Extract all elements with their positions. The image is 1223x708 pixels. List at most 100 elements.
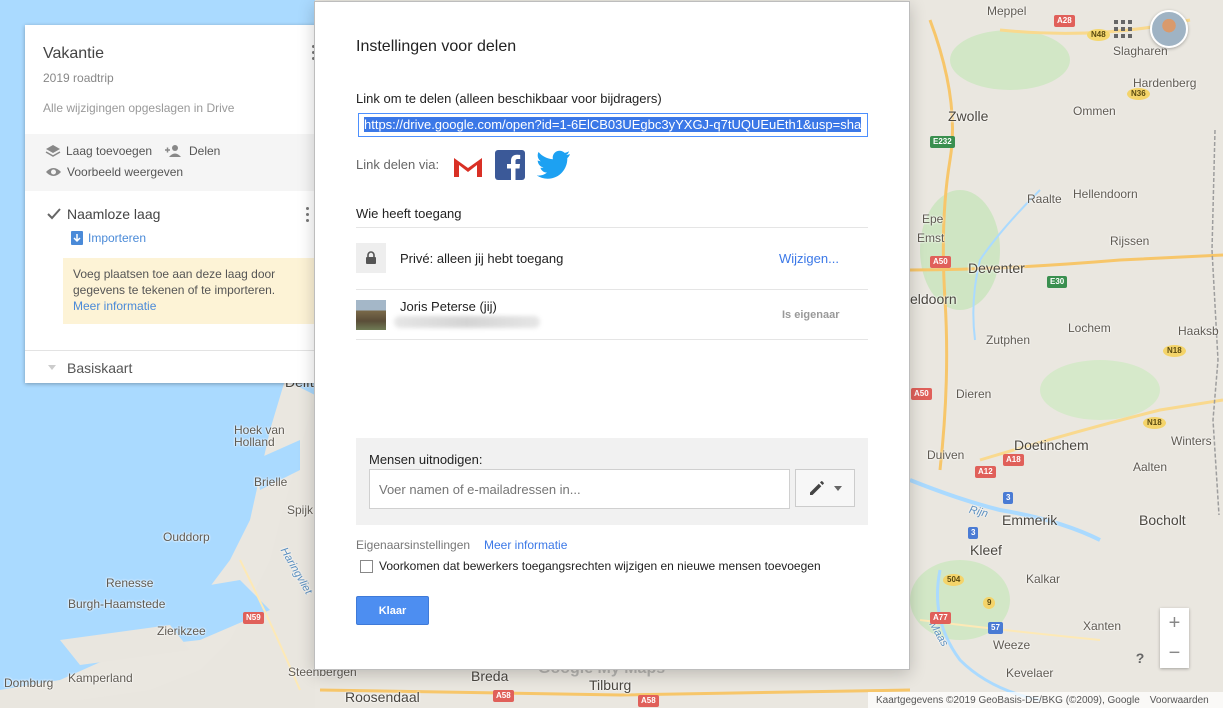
owner-avatar	[356, 300, 386, 330]
place-label: Renesse	[106, 576, 154, 590]
road-shield: A77	[930, 612, 951, 624]
facebook-icon[interactable]	[495, 150, 525, 180]
road-shield: A12	[975, 466, 996, 478]
place-label: Tilburg	[589, 677, 632, 693]
hint-more-info-link[interactable]: Meer informatie	[73, 298, 310, 314]
owner-role: Is eigenaar	[782, 309, 840, 321]
owner-name: Joris Peterse (jij)	[400, 299, 497, 314]
share-settings-dialog: Instellingen voor delen Link om te delen…	[314, 1, 910, 670]
layer-hint: Voeg plaatsen toe aan deze laag door geg…	[63, 258, 320, 324]
place-label: Brielle	[254, 475, 288, 489]
map-attribution: Kaartgegevens ©2019 GeoBasis-DE/BKG (©20…	[868, 692, 1223, 708]
place-label: Kalkar	[1026, 572, 1061, 586]
dialog-title: Instellingen voor delen	[356, 38, 517, 55]
apps-grid-icon[interactable]	[1114, 20, 1132, 38]
place-label: Bocholt	[1139, 512, 1186, 528]
share-button[interactable]: Delen	[164, 144, 220, 158]
road-shield: N48	[1087, 29, 1110, 41]
place-label: Lochem	[1068, 321, 1111, 335]
layer-item[interactable]: Naamloze laag	[47, 206, 160, 222]
share-label: Delen	[189, 144, 221, 158]
place-label: Ouddorp	[163, 530, 210, 544]
checkmark-icon[interactable]	[47, 208, 61, 220]
save-status: Alle wijzigingen opgeslagen in Drive	[43, 101, 235, 115]
road-shield: A58	[493, 690, 514, 702]
place-label: Dieren	[956, 387, 992, 401]
owner-email-redacted	[394, 316, 540, 328]
import-icon	[71, 231, 83, 245]
layer-name[interactable]: Naamloze laag	[67, 206, 160, 222]
place-label: Kamperland	[68, 671, 133, 685]
share-link-value[interactable]: https://drive.google.com/open?id=1-6ElCB…	[364, 117, 862, 132]
preview-button[interactable]: Voorbeeld weergeven	[45, 165, 183, 179]
road-shield: 3	[1003, 492, 1014, 504]
import-link[interactable]: Importeren	[71, 231, 146, 245]
place-label: Meppel	[987, 4, 1027, 18]
prevent-editors-label[interactable]: Voorkomen dat bewerkers toegangsrechten …	[379, 559, 821, 573]
share-link-field[interactable]: https://drive.google.com/open?id=1-6ElCB…	[358, 113, 868, 137]
share-link-label: Link om te delen (alleen beschikbaar voo…	[356, 91, 662, 106]
place-label: Emst	[917, 231, 945, 245]
share-via-label: Link delen via:	[356, 157, 440, 172]
lock-icon	[366, 251, 376, 264]
permission-dropdown-button[interactable]	[795, 469, 855, 507]
map-details-panel: Vakantie 2019 roadtrip Alle wijzigingen …	[25, 25, 320, 383]
base-map-item[interactable]: Basiskaart	[47, 360, 132, 376]
privacy-icon-box	[356, 243, 386, 273]
add-person-icon	[165, 145, 181, 157]
zoom-in-button[interactable]: +	[1160, 608, 1189, 638]
zoom-out-button[interactable]: −	[1160, 638, 1189, 668]
road-shield: A18	[1003, 454, 1024, 466]
divider	[25, 350, 320, 351]
invite-people-section: Mensen uitnodigen:	[356, 438, 868, 525]
road-shield: 57	[988, 622, 1003, 634]
change-access-link[interactable]: Wijzigen...	[779, 251, 839, 266]
place-label: Hoek van Holland	[234, 423, 285, 449]
owner-settings-more-info-link[interactable]: Meer informatie	[484, 538, 567, 552]
panel-toolbar: Laag toevoegen Delen Voorbeeld weergeven	[25, 134, 320, 191]
zoom-controls: + −	[1160, 608, 1189, 668]
add-layer-button[interactable]: Laag toevoegen	[45, 144, 152, 158]
terms-link[interactable]: Voorwaarden	[1150, 695, 1209, 706]
chevron-down-icon[interactable]	[47, 364, 57, 372]
place-label: Xanten	[1083, 619, 1122, 633]
road-shield: E30	[1047, 276, 1068, 288]
place-label: Rijssen	[1110, 234, 1150, 248]
place-label: Epe	[922, 212, 944, 226]
import-label: Importeren	[88, 231, 147, 245]
place-label: Duiven	[927, 448, 965, 462]
caret-down-icon	[834, 485, 842, 491]
map-description[interactable]: 2019 roadtrip	[43, 71, 114, 85]
help-button[interactable]: ?	[1129, 647, 1151, 669]
who-has-access-heading: Wie heeft toegang	[356, 206, 462, 221]
place-label: Aalten	[1133, 460, 1168, 474]
place-label: Weeze	[993, 638, 1031, 652]
layer-options-menu-icon[interactable]	[306, 207, 310, 222]
prevent-editors-checkbox[interactable]	[360, 559, 373, 573]
attribution-text: Kaartgegevens ©2019 GeoBasis-DE/BKG (©20…	[876, 694, 1140, 706]
divider	[356, 339, 868, 340]
place-label: Zwolle	[948, 108, 989, 124]
road-shield: 3	[968, 527, 979, 539]
gmail-icon[interactable]	[452, 155, 484, 179]
place-label: Roosendaal	[345, 689, 420, 705]
privacy-status: Privé: alleen jij hebt toegang	[400, 251, 564, 266]
place-label: Domburg	[4, 676, 54, 690]
place-label: Doetinchem	[1014, 437, 1089, 453]
done-button[interactable]: Klaar	[356, 596, 429, 625]
hint-text: Voeg plaatsen toe aan deze laag door geg…	[73, 267, 276, 297]
road-shield: A58	[638, 695, 659, 707]
place-label: Hellendoorn	[1073, 187, 1138, 201]
place-label: Ommen	[1073, 104, 1116, 118]
place-label: Burgh-Haamstede	[68, 597, 166, 611]
road-shield: E232	[930, 136, 955, 148]
account-avatar[interactable]	[1150, 10, 1188, 48]
map-title[interactable]: Vakantie	[43, 45, 104, 63]
place-label: Breda	[471, 668, 509, 684]
twitter-icon[interactable]	[537, 150, 571, 180]
invite-input[interactable]	[369, 469, 790, 509]
road-shield: N18	[1143, 417, 1166, 429]
pencil-icon	[810, 481, 824, 495]
prevent-editors-option[interactable]: Voorkomen dat bewerkers toegangsrechten …	[360, 559, 821, 573]
owner-settings-label: Eigenaarsinstellingen	[356, 538, 471, 552]
